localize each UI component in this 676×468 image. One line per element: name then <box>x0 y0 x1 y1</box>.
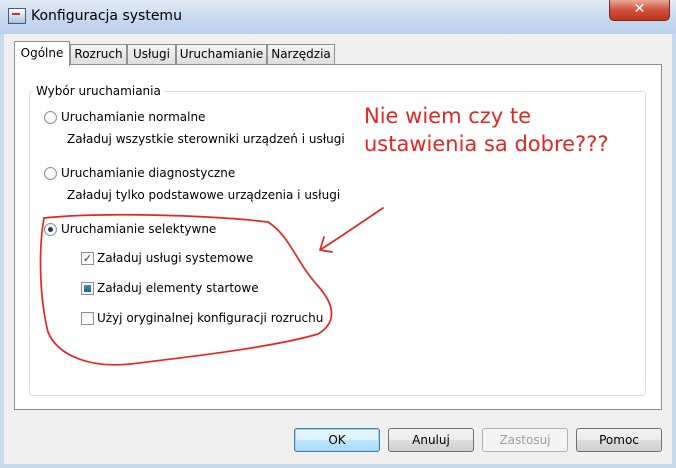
tab-general[interactable]: Ogólne <box>14 41 70 66</box>
annotation-text: Nie wiem czy te ustawienia sa dobre??? <box>364 104 609 156</box>
annotation-ink <box>39 207 384 366</box>
annotation-arrow-icon <box>319 207 384 253</box>
annotation-circle <box>39 213 333 366</box>
